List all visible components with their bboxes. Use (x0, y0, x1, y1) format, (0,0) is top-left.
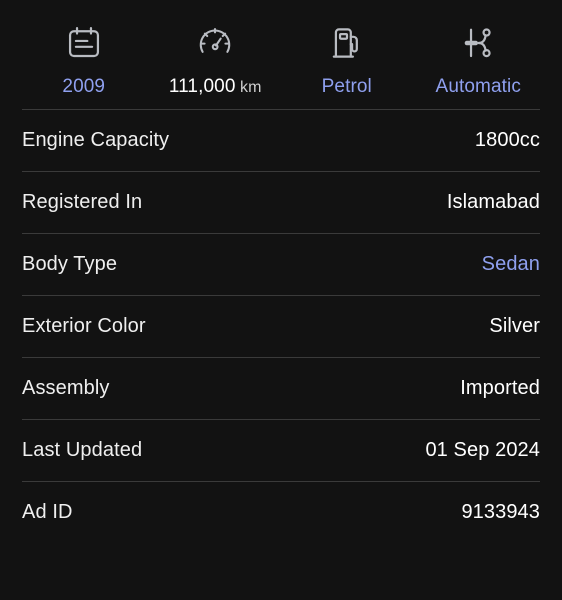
spec-mileage-unit-text: km (240, 79, 262, 96)
spec-label-transmission: Automatic (435, 76, 521, 97)
table-row-ad-id: Ad ID 9133943 (22, 482, 540, 543)
calendar-icon (65, 22, 103, 64)
spec-label-fuel: Petrol (321, 76, 372, 97)
detail-value: 1800cc (474, 129, 540, 151)
detail-label: Engine Capacity (22, 129, 170, 151)
spec-label-year: 2009 (62, 76, 106, 97)
detail-label: Body Type (22, 253, 118, 275)
table-row-body-type: Body Type Sedan (22, 234, 540, 295)
detail-value: Islamabad (446, 191, 540, 213)
spec-strip: 2009 111,000 km Petrol Automatic (0, 0, 562, 109)
spec-label-mileage: 111,000 km (169, 76, 262, 99)
detail-value: Imported (460, 377, 540, 399)
fuel-pump-icon (328, 22, 366, 64)
detail-value: 9133943 (461, 501, 540, 523)
table-row-engine-capacity: Engine Capacity 1800cc (22, 110, 540, 171)
spec-item-fuel[interactable]: Petrol (281, 22, 413, 98)
spec-mileage-number: 111,000 (168, 76, 236, 97)
detail-list: Engine Capacity 1800cc Registered In Isl… (0, 109, 562, 543)
detail-value: 01 Sep 2024 (425, 439, 540, 461)
detail-label: Registered In (22, 191, 143, 213)
detail-value-link[interactable]: Sedan (482, 253, 540, 276)
spec-item-year[interactable]: 2009 (18, 22, 150, 98)
detail-label: Ad ID (22, 501, 73, 523)
speedometer-icon (196, 22, 234, 64)
table-row-assembly: Assembly Imported (22, 358, 540, 419)
transmission-icon (459, 22, 497, 64)
detail-label: Last Updated (22, 439, 143, 461)
spec-item-transmission[interactable]: Automatic (413, 22, 545, 98)
vehicle-detail-screen: 2009 111,000 km Petrol Automatic Engine … (0, 0, 562, 600)
detail-value: Silver (489, 315, 540, 337)
table-row-exterior-color: Exterior Color Silver (22, 296, 540, 357)
detail-label: Assembly (22, 377, 110, 399)
table-row-registered-in: Registered In Islamabad (22, 172, 540, 233)
detail-label: Exterior Color (22, 315, 146, 337)
table-row-last-updated: Last Updated 01 Sep 2024 (22, 420, 540, 481)
spec-item-mileage[interactable]: 111,000 km (150, 22, 282, 99)
